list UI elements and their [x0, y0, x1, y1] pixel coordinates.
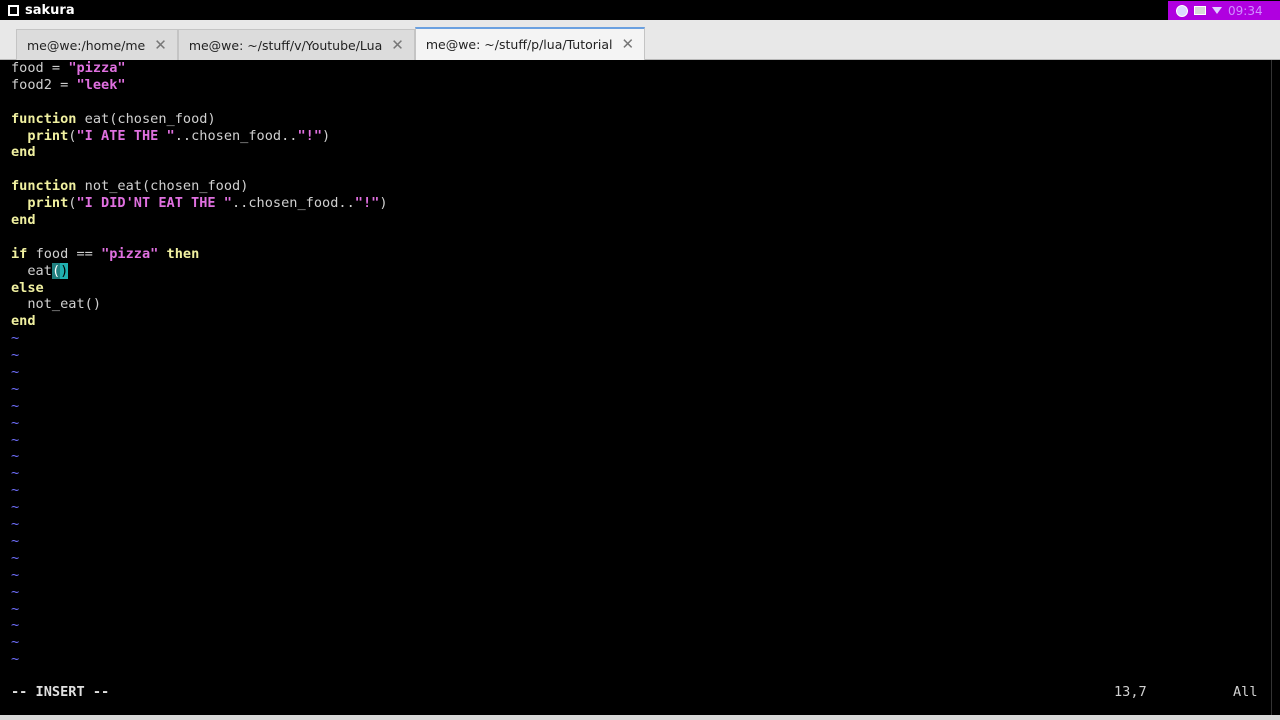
empty-line-marker: ~	[11, 380, 20, 397]
window-menu-icon[interactable]	[8, 4, 19, 16]
empty-line-marker: ~	[11, 364, 20, 381]
code-line[interactable]: end	[11, 313, 388, 330]
code-line[interactable]	[11, 94, 388, 111]
tab-youtube-lua[interactable]: me@we: ~/stuff/v/Youtube/Lua ✕	[177, 29, 415, 60]
system-tray: 09:34	[1168, 1, 1280, 20]
code-line[interactable]: print("I DID'NT EAT THE "..chosen_food..…	[11, 195, 387, 212]
code-line[interactable]: print("I ATE THE "..chosen_food.."!")	[11, 128, 388, 145]
cursor-position: 13,7	[1114, 684, 1147, 700]
empty-line-marker: ~	[11, 499, 20, 516]
editor-buffer[interactable]: food = "pizza" food2 = "leek" function ea…	[11, 60, 388, 668]
code-line[interactable]: function not_eat(chosen_food)	[11, 178, 388, 195]
empty-line-marker: ~	[11, 532, 20, 549]
window-bottom-border	[0, 715, 1280, 720]
empty-line-marker: ~	[11, 448, 20, 465]
empty-line-marker: ~	[11, 651, 20, 668]
empty-line-marker: ~	[11, 330, 20, 347]
empty-line-marker: ~	[11, 516, 20, 533]
code-line[interactable]: food = "pizza"	[11, 60, 388, 77]
code-line[interactable]: if food == "pizza" then	[11, 246, 388, 263]
window-title-bar: sakura 09:34	[0, 0, 1280, 20]
text-cursor: )	[60, 262, 69, 279]
tab-label: me@we: ~/stuff/p/lua/Tutorial	[425, 37, 613, 52]
empty-line-marker: ~	[11, 414, 20, 431]
empty-line-marker: ~	[11, 617, 20, 634]
code-line[interactable]: function eat(chosen_food)	[11, 111, 388, 128]
close-icon[interactable]: ✕	[622, 37, 635, 52]
tab-bar: me@we:/home/me ✕ me@we: ~/stuff/v/Youtub…	[0, 20, 1280, 60]
window-title: sakura	[25, 2, 75, 18]
globe-icon[interactable]	[1176, 4, 1188, 17]
empty-line-marker: ~	[11, 600, 20, 617]
empty-line-marker: ~	[11, 583, 20, 600]
tab-list: me@we:/home/me ✕ me@we: ~/stuff/v/Youtub…	[16, 27, 646, 60]
code-line[interactable]: end	[11, 212, 388, 229]
close-icon[interactable]: ✕	[391, 37, 404, 53]
paren-match: (	[51, 262, 61, 279]
empty-line-marker: ~	[11, 347, 20, 364]
code-line[interactable]: food2 = "leek"	[11, 77, 388, 94]
vim-status-line: -- INSERT -- 13,7 All	[11, 684, 1261, 701]
empty-line-marker: ~	[11, 397, 20, 414]
tab-home[interactable]: me@we:/home/me ✕	[16, 29, 178, 60]
code-line[interactable]: eat()	[11, 262, 388, 280]
code-line[interactable]	[11, 161, 388, 178]
tab-label: me@we:/home/me	[27, 37, 146, 53]
empty-line-marker: ~	[11, 465, 20, 482]
volume-icon[interactable]	[1212, 7, 1222, 14]
empty-line-marker: ~	[11, 566, 20, 583]
code-line[interactable]: not_eat()	[11, 296, 388, 313]
scroll-position: All	[1233, 684, 1258, 700]
message-icon[interactable]	[1194, 6, 1206, 15]
code-line[interactable]	[11, 229, 388, 246]
clock: 09:34	[1228, 3, 1263, 18]
empty-line-marker: ~	[11, 549, 20, 566]
empty-line-marker: ~	[11, 431, 20, 448]
tab-lua-tutorial[interactable]: me@we: ~/stuff/p/lua/Tutorial ✕	[414, 27, 646, 60]
code-line[interactable]: end	[11, 144, 388, 161]
empty-line-marker: ~	[11, 634, 20, 651]
code-line[interactable]: else	[11, 280, 388, 297]
empty-line-marker: ~	[11, 482, 20, 499]
mode-indicator: -- INSERT --	[11, 684, 110, 700]
tab-label: me@we: ~/stuff/v/Youtube/Lua	[188, 37, 383, 53]
terminal-area[interactable]: food = "pizza" food2 = "leek" function ea…	[0, 60, 1280, 715]
scrollbar[interactable]	[1271, 60, 1272, 715]
close-icon[interactable]: ✕	[154, 37, 167, 53]
